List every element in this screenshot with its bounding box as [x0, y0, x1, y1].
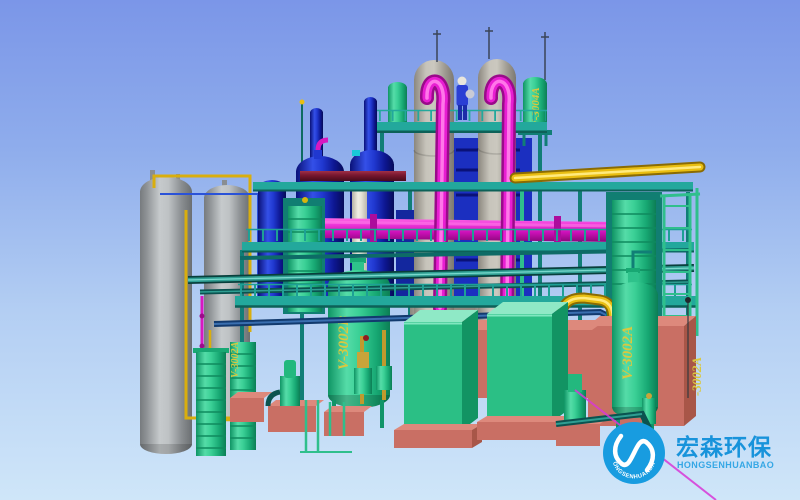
vessel-label-v3002a: V-3002A	[620, 326, 636, 380]
worker-figure	[457, 77, 475, 121]
left-pipe-tag-label: V-3002A	[230, 342, 241, 378]
logo-en-name: HONGSENHUANBAO	[677, 460, 774, 470]
right-ladder-frame	[660, 188, 700, 336]
vessel-label-v3004a: V-3004A	[530, 87, 542, 127]
plant-3d-scene: V-3004A	[0, 0, 800, 500]
vessel-label-v3002b: V-3002B	[336, 316, 352, 370]
plant-3d-render-viewport: V-3004A	[0, 0, 800, 500]
company-logo: HONGSENHUANBAO	[603, 422, 665, 484]
leader-tag-label: -3002A	[689, 357, 704, 396]
right-yellow-header-pipe	[515, 167, 700, 178]
small-green-drums: V-3004A	[384, 77, 552, 146]
vessel-v3002b: V-3002B	[328, 258, 390, 428]
logo-cn-name: 宏森环保	[676, 434, 772, 461]
green-tank-box-1	[394, 310, 482, 448]
